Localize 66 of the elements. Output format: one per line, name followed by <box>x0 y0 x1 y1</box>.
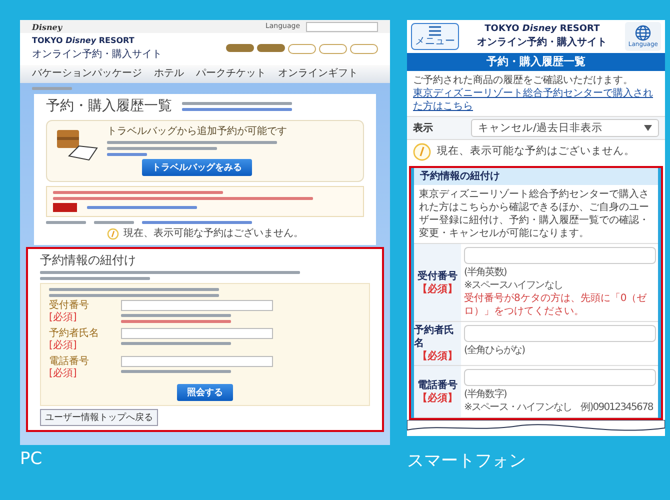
travel-bag-heading: トラベルバッグから追加予約が可能です <box>107 126 287 138</box>
field-label: 予約者氏名 <box>414 324 455 350</box>
field-hint: (半角数字) <box>464 388 508 402</box>
header-button[interactable] <box>257 44 285 52</box>
required-tag: [必須] <box>49 368 115 380</box>
pc-caption: PC <box>20 449 44 471</box>
travel-bag-button[interactable]: トラベルバッグをみる <box>142 159 252 176</box>
display-filter-select[interactable]: キャンセル/過去日非表示 <box>471 119 659 138</box>
field-hint: (半角英数) <box>464 266 508 280</box>
header-button[interactable] <box>288 44 316 54</box>
field-hint: (全角ひらがな) <box>464 344 526 358</box>
nav-item[interactable]: パークチケット <box>196 68 266 80</box>
field-label: 受付番号 <box>49 300 90 312</box>
site-logo: TOKYO Disney RESORT <box>484 24 601 36</box>
illegible-text <box>46 221 86 224</box>
input-field[interactable] <box>464 325 656 342</box>
page-title-bar: 予約・購入履歴一覧 <box>407 53 665 72</box>
illegible-text <box>107 153 147 156</box>
section-title: 予約情報の紐付け <box>40 252 137 268</box>
filter-label: 表示 <box>413 122 434 135</box>
back-button[interactable]: ユーザー情報トップへ戻る <box>40 408 158 426</box>
field-label: 電話番号 <box>49 356 90 368</box>
required-tag: 【必須】 <box>418 392 458 405</box>
site-logo: TOKYO Disney RESORT <box>32 36 136 46</box>
field-hint: ※スペースハイフンなし <box>464 279 564 292</box>
menu-button[interactable]: メニュー <box>411 23 459 50</box>
site-name: オンライン予約・購入サイト <box>477 36 608 49</box>
reader-badge[interactable] <box>53 203 77 212</box>
input-field[interactable] <box>464 247 656 264</box>
illegible-text <box>32 87 72 90</box>
input-field[interactable] <box>464 369 656 386</box>
section-heading: 予約情報の紐付け <box>414 168 658 186</box>
submit-button[interactable]: 照会する <box>177 384 233 400</box>
warning-note: 受付番号が8ケタの方は、先頭に「0（ゼロ）」をつけてください。 <box>464 292 648 318</box>
smartphone-caption: スマートフォン <box>407 450 527 472</box>
required-tag: 【必須】 <box>418 350 458 364</box>
input-field[interactable] <box>121 300 273 310</box>
input-field[interactable] <box>121 356 273 366</box>
header-button[interactable] <box>350 44 378 54</box>
header-button[interactable] <box>319 44 347 54</box>
nav-item[interactable]: バケーションパッケージ <box>32 68 142 80</box>
field-hint: ※スペース・ハイフンなし 例)09012345678 <box>464 401 654 414</box>
input-field[interactable] <box>121 328 273 338</box>
required-tag: 【必須】 <box>418 282 458 296</box>
page-title: 予約・購入履歴一覧 <box>46 98 172 116</box>
warning-icon <box>106 228 118 240</box>
field-label: 電話番号 <box>418 378 458 392</box>
header-button[interactable] <box>226 44 254 52</box>
nav-item[interactable]: オンラインギフト <box>278 68 358 80</box>
intro-text: ご予約された商品の履歴をご確認いただけます。 <box>413 74 634 88</box>
globe-icon <box>635 25 652 41</box>
nav-item[interactable]: ホテル <box>154 68 184 80</box>
field-label: 予約者氏名 <box>49 328 100 340</box>
required-tag: [必須] <box>49 340 115 352</box>
required-tag: [必須] <box>49 312 115 324</box>
warning-icon <box>413 143 431 162</box>
center-purchase-link[interactable]: 東京ディズニーリゾート総合予約センターで購入された方はこちら <box>413 87 659 114</box>
illegible-text <box>94 221 134 224</box>
menu-icon <box>428 26 442 36</box>
field-label: 受付番号 <box>418 270 458 283</box>
dropdown-caret-icon <box>644 125 652 132</box>
brand-logo: Disney <box>32 22 62 32</box>
empty-message: 現在、表示可能な予約はございません。 <box>124 228 304 240</box>
empty-message: 現在、表示可能な予約はございません。 <box>437 145 635 160</box>
site-select[interactable] <box>306 22 378 32</box>
site-name: オンライン予約・購入サイト <box>32 49 162 62</box>
